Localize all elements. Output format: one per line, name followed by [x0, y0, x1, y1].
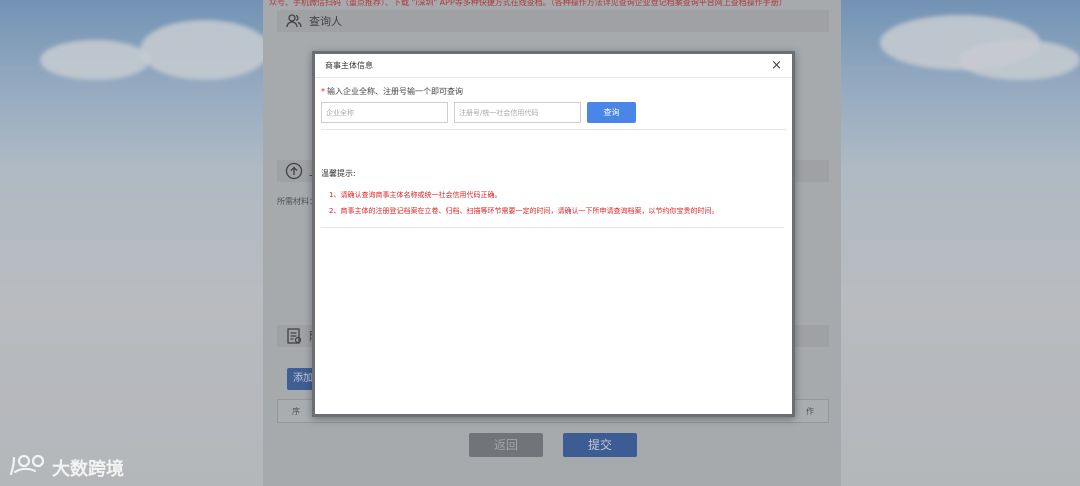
tips-section: 温馨提示: 1、请确认查询商事主体名称或统一社会信用代码正确。 2、商事主体的注… [315, 130, 792, 228]
query-form: *输入企业全称、注册号输一个即可查询 查询 [315, 78, 792, 123]
required-label: * 输入企业全称、注册号输一个即可查询 [321, 86, 786, 97]
modal-title: 商事主体信息 [325, 61, 373, 70]
brand-watermark: 大数跨境 [8, 452, 124, 483]
query-button[interactable]: 查询 [587, 102, 636, 123]
required-label-text: 输入企业全称、注册号输一个即可查询 [327, 87, 463, 96]
brand-logo-icon [8, 452, 48, 483]
required-star: * [321, 87, 325, 96]
reg-number-input[interactable] [454, 102, 581, 123]
tip-item: 1、请确认查询商事主体名称或统一社会信用代码正确。 [329, 191, 502, 199]
tip-item: 2、商事主体的注册登记档案在立卷、归档、扫描等环节需要一定的时间，请确认一下所申… [329, 207, 719, 215]
divider [321, 227, 784, 228]
tips-title: 温馨提示: [321, 169, 356, 178]
close-icon[interactable]: × [771, 59, 782, 72]
query-row: 查询 [321, 102, 786, 123]
company-name-input[interactable] [321, 102, 448, 123]
business-entity-modal: 商事主体信息 × *输入企业全称、注册号输一个即可查询 查询 温馨提示: 1、请… [312, 51, 795, 417]
modal-header: 商事主体信息 × [315, 54, 792, 78]
brand-text: 大数跨境 [52, 458, 124, 480]
